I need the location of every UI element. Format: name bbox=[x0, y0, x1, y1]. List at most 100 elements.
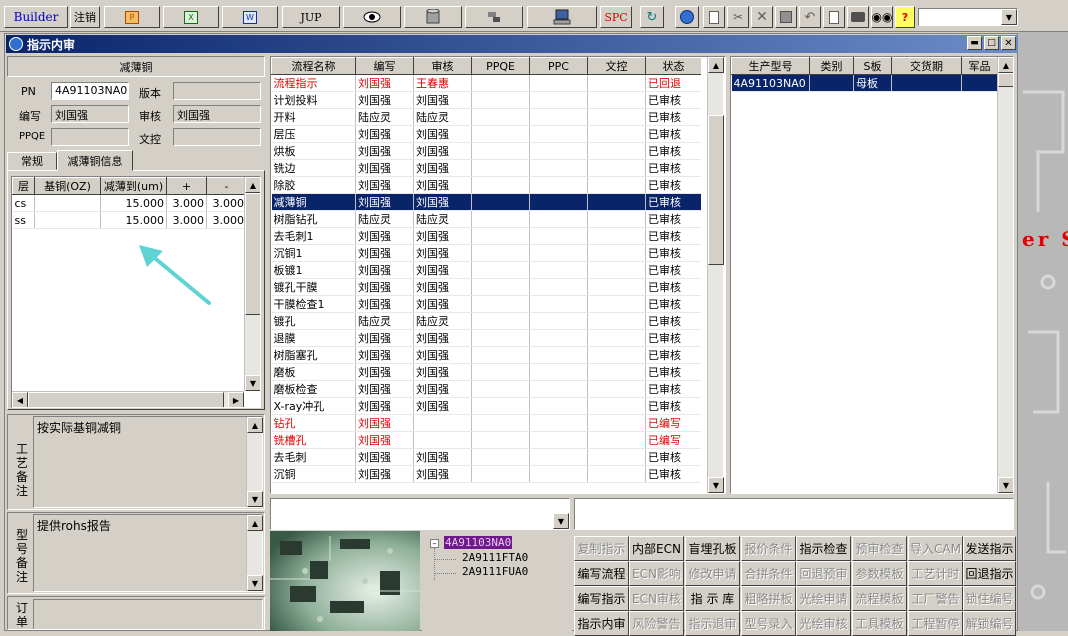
process-cell-reviewer[interactable] bbox=[413, 414, 472, 432]
process-cell-ppc[interactable] bbox=[529, 159, 588, 177]
process-cell-name[interactable]: 钻孔 bbox=[271, 414, 356, 432]
process-cell-name[interactable]: 磨板 bbox=[271, 363, 356, 381]
base-copper-col-header[interactable]: 基铜(OZ) bbox=[34, 177, 101, 195]
process-cell-reviewer[interactable]: 刘国强 bbox=[413, 142, 472, 160]
process-row[interactable]: 减薄铜 刘国强 刘国强 已审核 bbox=[271, 193, 702, 211]
logout-button[interactable]: 注销 bbox=[70, 6, 100, 28]
tree-child-node[interactable]: 2A9111FTA0 bbox=[462, 551, 528, 564]
chevron-down-icon[interactable]: ▼ bbox=[1001, 9, 1017, 25]
action-button[interactable]: 合拼条件 bbox=[741, 561, 796, 586]
process-cell-reviewer[interactable]: 刘国强 bbox=[413, 380, 472, 398]
action-button[interactable]: 参数模板 bbox=[852, 561, 907, 586]
action-button[interactable]: 流程模板 bbox=[852, 586, 907, 611]
layer-row[interactable]: ss 15.000 3.000 3.000 bbox=[12, 211, 247, 229]
action-button[interactable]: 工具模板 bbox=[852, 611, 907, 636]
powerpoint-button[interactable]: P bbox=[104, 6, 160, 28]
process-cell-ppc[interactable] bbox=[529, 363, 588, 381]
layer-cell[interactable] bbox=[34, 194, 101, 212]
process-cell-ppc[interactable] bbox=[529, 312, 588, 330]
process-row[interactable]: 铣槽孔 刘国强 已编写 bbox=[271, 431, 702, 449]
process-cell-writer[interactable]: 刘国强 bbox=[355, 397, 414, 415]
scroll-down-icon[interactable]: ▼ bbox=[247, 575, 263, 591]
process-cell-status[interactable]: 已编写 bbox=[645, 414, 702, 432]
process-row[interactable]: X-ray冲孔 刘国强 刘国强 已审核 bbox=[271, 397, 702, 415]
type-note-field[interactable]: 提供rohs报告 ▲ ▼ bbox=[33, 514, 263, 592]
process-cell-reviewer[interactable] bbox=[413, 431, 472, 449]
tab-general[interactable]: 常规 bbox=[7, 152, 57, 170]
process-cell-reviewer[interactable]: 刘国强 bbox=[413, 91, 472, 109]
action-button[interactable]: 编写指示 bbox=[574, 586, 629, 611]
scroll-up-icon[interactable]: ▲ bbox=[247, 417, 263, 433]
process-cell-ppc[interactable] bbox=[529, 176, 588, 194]
process-cell-writer[interactable]: 刘国强 bbox=[355, 244, 414, 262]
process-cell-doc[interactable] bbox=[587, 261, 646, 279]
action-button[interactable]: 盲埋孔板 bbox=[685, 536, 740, 561]
process-cell-doc[interactable] bbox=[587, 142, 646, 160]
process-cell-ppc[interactable] bbox=[529, 261, 588, 279]
scroll-up-icon[interactable]: ▲ bbox=[247, 515, 263, 531]
process-cell-name[interactable]: 树脂钻孔 bbox=[271, 210, 356, 228]
process-cell-ppqe[interactable] bbox=[471, 227, 530, 245]
process-cell-ppqe[interactable] bbox=[471, 380, 530, 398]
scroll-down-icon[interactable]: ▼ bbox=[708, 477, 724, 493]
scroll-down-icon[interactable]: ▼ bbox=[998, 477, 1013, 493]
process-row[interactable]: 镀孔干膜 刘国强 刘国强 已审核 bbox=[271, 278, 702, 296]
process-cell-writer[interactable]: 刘国强 bbox=[355, 431, 414, 449]
process-cell-status[interactable]: 已审核 bbox=[645, 108, 702, 126]
process-row[interactable]: 计划投料 刘国强 刘国强 已审核 bbox=[271, 91, 702, 109]
process-row[interactable]: 层压 刘国强 刘国强 已审核 bbox=[271, 125, 702, 143]
action-button[interactable]: 指示退审 bbox=[685, 611, 740, 636]
process-cell-doc[interactable] bbox=[587, 363, 646, 381]
scroll-thumb[interactable] bbox=[998, 73, 1013, 87]
process-cell-name[interactable]: 树脂塞孔 bbox=[271, 346, 356, 364]
product-table-vscroll[interactable]: ▲ ▼ bbox=[997, 57, 1013, 493]
restore-button[interactable]: □ bbox=[984, 36, 999, 50]
process-cell-status[interactable]: 已审核 bbox=[645, 346, 702, 364]
process-cell-writer[interactable]: 刘国强 bbox=[355, 414, 414, 432]
save-button[interactable] bbox=[775, 6, 797, 28]
process-cell-doc[interactable] bbox=[587, 346, 646, 364]
process-cell-ppc[interactable] bbox=[529, 74, 588, 92]
find-button[interactable]: ◉◉ bbox=[871, 6, 893, 28]
process-cell-reviewer[interactable]: 刘国强 bbox=[413, 244, 472, 262]
tab-thin-copper-info[interactable]: 减薄铜信息 bbox=[57, 150, 133, 171]
process-cell-status[interactable]: 已审核 bbox=[645, 125, 702, 143]
action-button[interactable]: 指示内审 bbox=[574, 611, 629, 636]
review-field[interactable]: 刘国强 bbox=[173, 105, 261, 123]
process-cell-name[interactable]: 镀孔 bbox=[271, 312, 356, 330]
process-cell-reviewer[interactable]: 陆应灵 bbox=[413, 108, 472, 126]
process-cell-name[interactable]: 计划投料 bbox=[271, 91, 356, 109]
process-cell-reviewer[interactable]: 刘国强 bbox=[413, 397, 472, 415]
product-delivery-col-header[interactable]: 交货期 bbox=[891, 57, 962, 75]
layer-table-hscroll[interactable]: ◀ ▶ bbox=[12, 391, 244, 407]
process-name-col-header[interactable]: 流程名称 bbox=[271, 57, 356, 75]
scroll-thumb[interactable] bbox=[708, 115, 724, 265]
process-cell-ppqe[interactable] bbox=[471, 261, 530, 279]
process-row[interactable]: 磨板 刘国强 刘国强 已审核 bbox=[271, 363, 702, 381]
process-cell-name[interactable]: 铣边 bbox=[271, 159, 356, 177]
process-cell-doc[interactable] bbox=[587, 244, 646, 262]
process-cell-ppqe[interactable] bbox=[471, 448, 530, 466]
process-cell-status[interactable]: 已审核 bbox=[645, 397, 702, 415]
process-cell-writer[interactable]: 刘国强 bbox=[355, 193, 414, 211]
layer-row[interactable]: cs 15.000 3.000 3.000 bbox=[12, 194, 247, 212]
action-button[interactable]: ECN影响 bbox=[629, 561, 684, 586]
process-cell-writer[interactable]: 刘国强 bbox=[355, 295, 414, 313]
process-cell-name[interactable]: 减薄铜 bbox=[271, 193, 356, 211]
process-cell-writer[interactable]: 刘国强 bbox=[355, 125, 414, 143]
process-cell-ppqe[interactable] bbox=[471, 431, 530, 449]
process-cell-status[interactable]: 已审核 bbox=[645, 91, 702, 109]
process-cell-doc[interactable] bbox=[587, 465, 646, 483]
process-cell-name[interactable]: 去毛刺 bbox=[271, 448, 356, 466]
close-button[interactable]: ✕ bbox=[1001, 36, 1016, 50]
action-button[interactable]: 回退预审 bbox=[796, 561, 851, 586]
layer-cell[interactable]: 3.000 bbox=[206, 194, 247, 212]
layer-cell[interactable]: ss bbox=[12, 211, 35, 229]
process-row[interactable]: 板镀1 刘国强 刘国强 已审核 bbox=[271, 261, 702, 279]
process-cell-status[interactable]: 已审核 bbox=[645, 176, 702, 194]
toolbar-combo[interactable]: ▼ bbox=[918, 8, 1018, 26]
process-cell-reviewer[interactable]: 刘国强 bbox=[413, 346, 472, 364]
layer-cell[interactable]: 15.000 bbox=[100, 211, 167, 229]
process-row[interactable]: 去毛刺 刘国强 刘国强 已审核 bbox=[271, 448, 702, 466]
process-cell-doc[interactable] bbox=[587, 380, 646, 398]
